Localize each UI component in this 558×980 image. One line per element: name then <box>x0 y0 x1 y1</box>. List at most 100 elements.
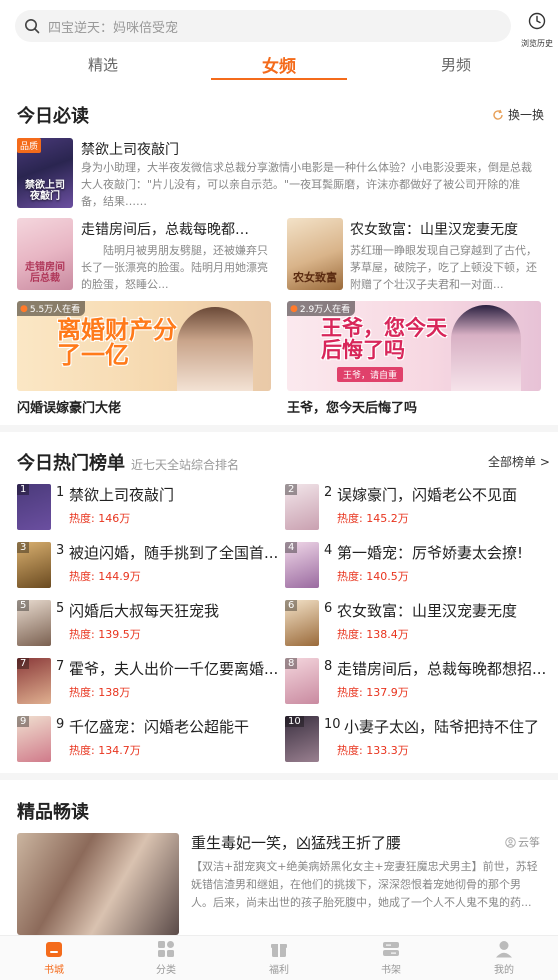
book-cover[interactable]: 走错房间后总裁 <box>17 218 73 290</box>
refresh-button[interactable]: 换一换 <box>492 106 544 123</box>
banner-caption[interactable]: 闪婚误嫁豪门大佬 <box>17 397 121 416</box>
ranking-item[interactable]: 5 5 闪婚后大叔每天狂宠我热度: 139.5万 <box>17 600 287 650</box>
book-title[interactable]: 被迫闪婚，随手挑到了全国首... <box>69 542 283 563</box>
book-cover: 5 <box>17 600 51 646</box>
history-button[interactable]: 浏览历史 <box>519 10 555 48</box>
ranking-item[interactable]: 10 10 小妻子太凶，陆爷把持不住了 热度: 133.3万 <box>285 716 555 766</box>
cover-rank-badge: 6 <box>285 600 298 611</box>
rank-number: 7 <box>56 659 65 674</box>
ranking-item[interactable]: 3 3 被迫闪婚，随手挑到了全国首... 热度: 144.9万 <box>17 542 287 592</box>
section-divider <box>0 425 558 432</box>
cover-rank-badge: 1 <box>17 484 30 495</box>
heat-value: 热度: 139.5万 <box>69 628 141 641</box>
nav-label: 书城 <box>44 965 64 976</box>
cover-rank-badge: 7 <box>17 658 30 669</box>
bookshelf-icon <box>383 942 399 956</box>
book-title[interactable]: 千亿盛宠：闪婚老公超能干 <box>69 716 283 737</box>
hot-ranking-subtitle: 近七天全站综合排名 <box>131 458 240 472</box>
book-title[interactable]: 农女致富：山里汉宠妻无度 <box>337 600 551 621</box>
featured-book-desc: 身为小助理，大半夜发微信求总裁分享激情小电影是一种什么体验？小电影没要来，倒是总… <box>81 161 532 208</box>
bottom-navigation: 书城 分类 福利 书架 我的 <box>0 935 558 980</box>
section-title-hot-ranking: 今日热门榜单 近七天全站综合排名 <box>17 449 239 475</box>
nav-bookstore[interactable]: 书城 <box>24 939 84 976</box>
history-label: 浏览历史 <box>521 39 553 48</box>
ranking-item[interactable]: 8 8 走错房间后，总裁每晚都想招... 热度: 137.9万 <box>285 658 555 708</box>
nav-label: 我的 <box>494 965 514 976</box>
book-title[interactable]: 禁欲上司夜敲门 <box>69 484 283 505</box>
book-cover: 4 <box>285 542 319 588</box>
heat-value: 热度: 133.3万 <box>337 744 409 757</box>
book-title[interactable]: 小妻子太凶，陆爷把持不住了 <box>344 716 551 737</box>
book-title[interactable]: 第一婚宠：厉爷娇妻太会撩! <box>337 542 551 563</box>
tab-female[interactable]: 女频 <box>229 52 329 77</box>
cover-rank-badge: 8 <box>285 658 298 669</box>
rank-number: 5 <box>56 601 65 616</box>
promo-banner[interactable]: 王爷，您今天后悔了吗 王爷，请自重 ● 2.9万人在看 <box>287 301 541 391</box>
bookstore-icon <box>46 942 62 957</box>
ranking-item[interactable]: 2 2 误嫁豪门，闪婚老公不见面 热度: 145.2万 <box>285 484 555 534</box>
rank-number: 1 <box>56 485 65 500</box>
book-cover[interactable] <box>17 833 179 935</box>
hot-ranking-title: 今日热门榜单 <box>17 453 125 474</box>
banner-headline: 离婚财产分了一亿 <box>57 316 177 370</box>
heat-value: 热度: 138万 <box>69 686 131 699</box>
flame-icon: ● <box>290 303 298 314</box>
book-desc: 苏红珊一睁眼发现自己穿越到了古代，茅草屋，破院子，吃了上顿没下顿，还附赠了个壮汉… <box>350 244 537 291</box>
nav-welfare[interactable]: 福利 <box>249 939 309 976</box>
book-cover: 8 <box>285 658 319 704</box>
book-title[interactable]: 霍爷，夫人出价一千亿要离婚... <box>69 658 283 679</box>
reader-count: ● 2.9万人在看 <box>287 301 356 316</box>
refresh-icon <box>493 109 503 120</box>
nav-category[interactable]: 分类 <box>136 939 196 976</box>
profile-icon <box>496 941 512 958</box>
book-cover[interactable]: 农女致富 <box>287 218 343 290</box>
nav-profile[interactable]: 我的 <box>474 939 534 976</box>
book-title[interactable]: 误嫁豪门，闪婚老公不见面 <box>337 484 551 505</box>
heat-value: 热度: 144.9万 <box>69 570 141 583</box>
tab-featured[interactable]: 精选 <box>53 54 153 75</box>
book-title[interactable]: 农女致富：山里汉宠妻无度 <box>350 219 540 239</box>
book-cover: 3 <box>17 542 51 588</box>
promo-banner[interactable]: 离婚财产分了一亿 ● 5.5万人在看 <box>17 301 271 391</box>
book-cover: 10 <box>285 716 319 762</box>
book-cover: 9 <box>17 716 51 762</box>
section-title-must-read: 今日必读 <box>17 106 89 127</box>
cover-rank-badge: 4 <box>285 542 298 553</box>
banner-tagline: 王爷，请自重 <box>337 367 404 382</box>
ranking-item[interactable]: 1 1 禁欲上司夜敲门 热度: 146万 <box>17 484 287 534</box>
premium-book-desc: 【双洁+甜宠爽文+绝美病娇黑化女主+宠妻狂魔忠犬男主】前世，苏轻妩错信渣男和继姐… <box>191 860 538 909</box>
ranking-item[interactable]: 4 4 第一婚宠：厉爷娇妻太会撩! 热度: 140.5万 <box>285 542 555 592</box>
book-title[interactable]: 闪婚后大叔每天狂宠我 <box>69 600 283 621</box>
refresh-label: 换一换 <box>508 108 545 122</box>
reader-count-label: 2.9万人在看 <box>299 305 351 315</box>
cover-rank-badge: 9 <box>17 716 30 727</box>
section-divider <box>0 773 558 780</box>
rank-number: 9 <box>56 717 65 732</box>
book-title[interactable]: 走错房间后，总裁每晚都想招... <box>81 219 261 239</box>
ranking-item[interactable]: 9 9 千亿盛宠：闪婚老公超能干 热度: 134.7万 <box>17 716 287 766</box>
tab-male[interactable]: 男频 <box>406 54 506 75</box>
nav-bookshelf[interactable]: 书架 <box>361 939 421 976</box>
author-name: 云筝 <box>518 836 540 849</box>
cover-rank-badge: 3 <box>17 542 30 553</box>
cover-title: 禁欲上司夜敲门 <box>25 180 65 202</box>
nav-label: 书架 <box>381 965 401 976</box>
rank-number: 3 <box>56 543 65 558</box>
cover-rank-badge: 2 <box>285 484 298 495</box>
banner-caption[interactable]: 王爷，您今天后悔了吗 <box>287 397 417 416</box>
flame-icon: ● <box>20 303 28 314</box>
ranking-item[interactable]: 7 7 霍爷，夫人出价一千亿要离婚... 热度: 138万 <box>17 658 287 708</box>
book-desc: 陆明月被男朋友劈腿，还被嫌弃只长了一张漂亮的脸蛋。陆明月用她漂亮的脸蛋，怒睡公.… <box>81 244 268 291</box>
all-rankings-link[interactable]: 全部榜单 > <box>488 453 550 470</box>
category-icon <box>158 941 174 957</box>
premium-book-title[interactable]: 重生毒妃一笑，凶猛残王折了腰 <box>191 832 401 853</box>
cover-rank-badge: 10 <box>285 716 304 727</box>
ranking-item[interactable]: 6 6 农女致富：山里汉宠妻无度 热度: 138.4万 <box>285 600 555 650</box>
premium-book-author: 云筝 <box>505 834 540 850</box>
heat-value: 热度: 140.5万 <box>337 570 409 583</box>
search-placeholder: 四宝逆天：妈咪倍受宠 <box>48 20 179 36</box>
cover-title: 走错房间后总裁 <box>25 262 65 284</box>
featured-book-title[interactable]: 禁欲上司夜敲门 <box>81 139 541 159</box>
book-title[interactable]: 走错房间后，总裁每晚都想招... <box>337 658 551 679</box>
search-bar[interactable]: 四宝逆天：妈咪倍受宠 <box>15 10 511 42</box>
